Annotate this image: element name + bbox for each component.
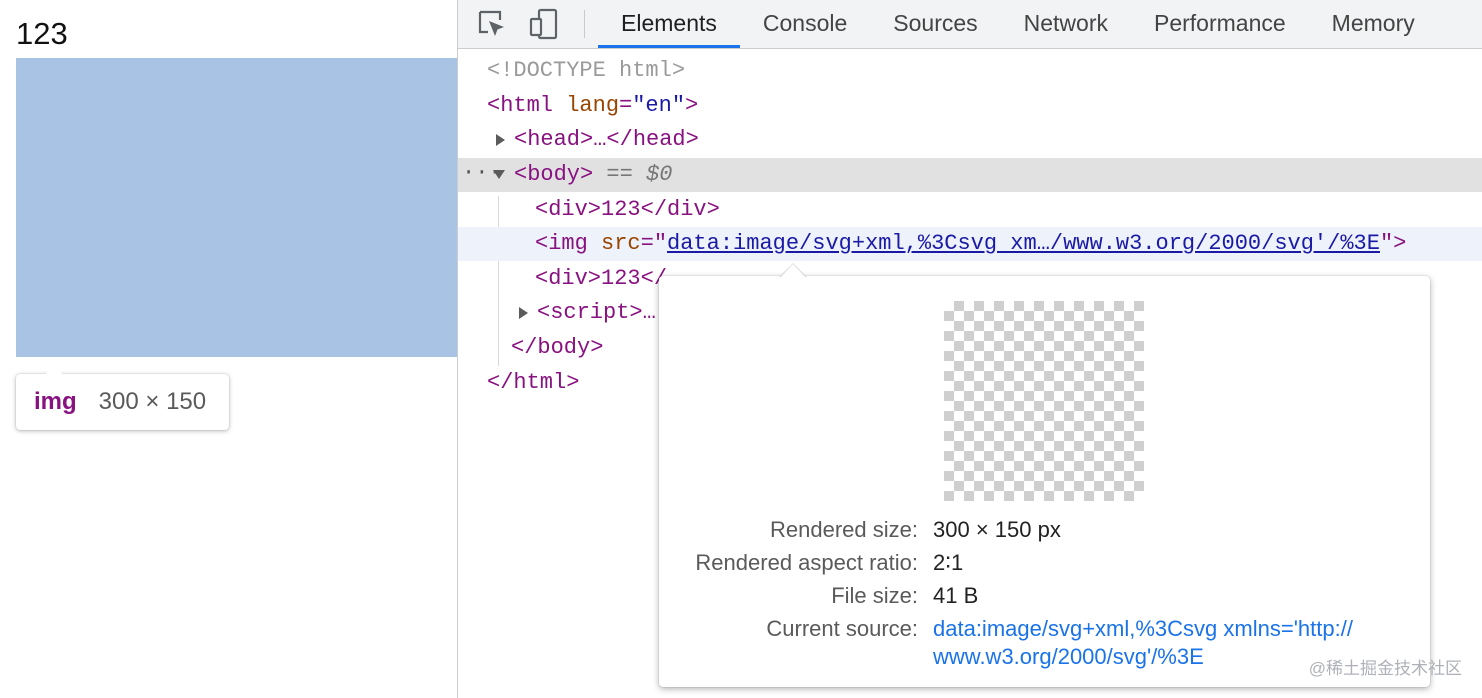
- doctype-text: <!DOCTYPE html>: [487, 58, 686, 83]
- img-src-link[interactable]: data:image/svg+xml,%3Csvg xm…/www.w3.org…: [667, 231, 1380, 256]
- html-close-tag: </html>: [487, 370, 580, 395]
- dom-line-head[interactable]: <head>…</head>: [458, 123, 1482, 157]
- device-toolbar-icon[interactable]: [526, 6, 562, 42]
- devtools-toolbar: Elements Console Sources Network Perform…: [458, 0, 1482, 49]
- collapse-triangle-icon[interactable]: [493, 170, 505, 179]
- img-highlight-overlay: [16, 58, 457, 357]
- transparent-image-preview: [944, 301, 1144, 501]
- dom-line-img-hovered[interactable]: <img src="data:image/svg+xml,%3Csvg xm…/…: [458, 227, 1482, 261]
- dom-line-body-selected[interactable]: ··· <body> == $0: [458, 158, 1482, 192]
- element-tooltip: img 300 × 150: [16, 366, 229, 430]
- rendered-size-label: Rendered size:: [770, 517, 918, 542]
- devtools-tabs: Elements Console Sources Network Perform…: [598, 0, 1438, 48]
- aspect-ratio-label: Rendered aspect ratio:: [695, 550, 918, 575]
- file-size-label: File size:: [831, 583, 918, 608]
- head-tag: <head>…</head>: [514, 127, 699, 152]
- page-text: 123: [16, 16, 68, 51]
- html-attr-eq: =: [619, 93, 633, 118]
- expand-triangle-icon[interactable]: [519, 307, 528, 319]
- image-preview-popover: Rendered size: 300 × 150 px Rendered asp…: [659, 263, 1430, 687]
- body-open-tag: <body>: [514, 162, 594, 187]
- aspect-ratio-value: 2∶1: [933, 550, 964, 575]
- current-source-link-line1[interactable]: data:image/svg+xml,%3Csvg xmlns='http://: [933, 614, 1353, 644]
- selected-node-marker: == $0: [606, 162, 673, 187]
- watermark: @稀土掘金技术社区: [1308, 659, 1462, 678]
- img-open-tag: <img: [535, 231, 588, 256]
- html-attr-name: lang: [566, 93, 620, 118]
- toolbar-separator: [584, 10, 585, 38]
- html-open-tag: <html: [487, 93, 554, 118]
- inspect-element-icon[interactable]: [474, 6, 510, 42]
- rendered-size-value: 300 × 150 px: [933, 517, 1061, 542]
- img-attr-name: src: [601, 231, 641, 256]
- div-element-2: <div>123</: [535, 266, 668, 291]
- div-element: <div>123</div>: [535, 197, 720, 222]
- img-tag-close: >: [1393, 231, 1407, 256]
- script-tag: <script>…: [537, 300, 656, 325]
- html-attr-value: "en": [632, 93, 686, 118]
- page-preview: 123 img 300 × 150: [0, 0, 457, 698]
- tab-performance[interactable]: Performance: [1131, 0, 1309, 48]
- file-size-value: 41 B: [933, 583, 979, 608]
- tab-elements[interactable]: Elements: [598, 0, 740, 48]
- dom-line-html[interactable]: <html lang="en">: [458, 89, 1482, 123]
- popover-arrow-inner: [781, 264, 805, 277]
- img-attr-quote: ": [1379, 231, 1394, 256]
- dom-line-div1[interactable]: <div>123</div>: [458, 193, 1482, 227]
- tab-sources[interactable]: Sources: [870, 0, 1000, 48]
- current-source-link-line2[interactable]: www.w3.org/2000/svg'/%3E: [933, 642, 1204, 672]
- expand-triangle-icon[interactable]: [496, 134, 505, 146]
- tab-console[interactable]: Console: [740, 0, 870, 48]
- tab-memory[interactable]: Memory: [1309, 0, 1438, 48]
- tooltip-tag: img: [34, 388, 77, 415]
- img-attr-eq: =": [640, 231, 668, 256]
- current-source-label: Current source:: [766, 616, 918, 641]
- tooltip-arrow: [46, 366, 62, 374]
- tab-network[interactable]: Network: [1001, 0, 1131, 48]
- dom-line-doctype[interactable]: <!DOCTYPE html>: [458, 54, 1482, 88]
- tooltip-size: 300 × 150: [98, 388, 207, 415]
- html-tag-end: >: [685, 93, 699, 118]
- body-close-tag: </body>: [511, 335, 604, 360]
